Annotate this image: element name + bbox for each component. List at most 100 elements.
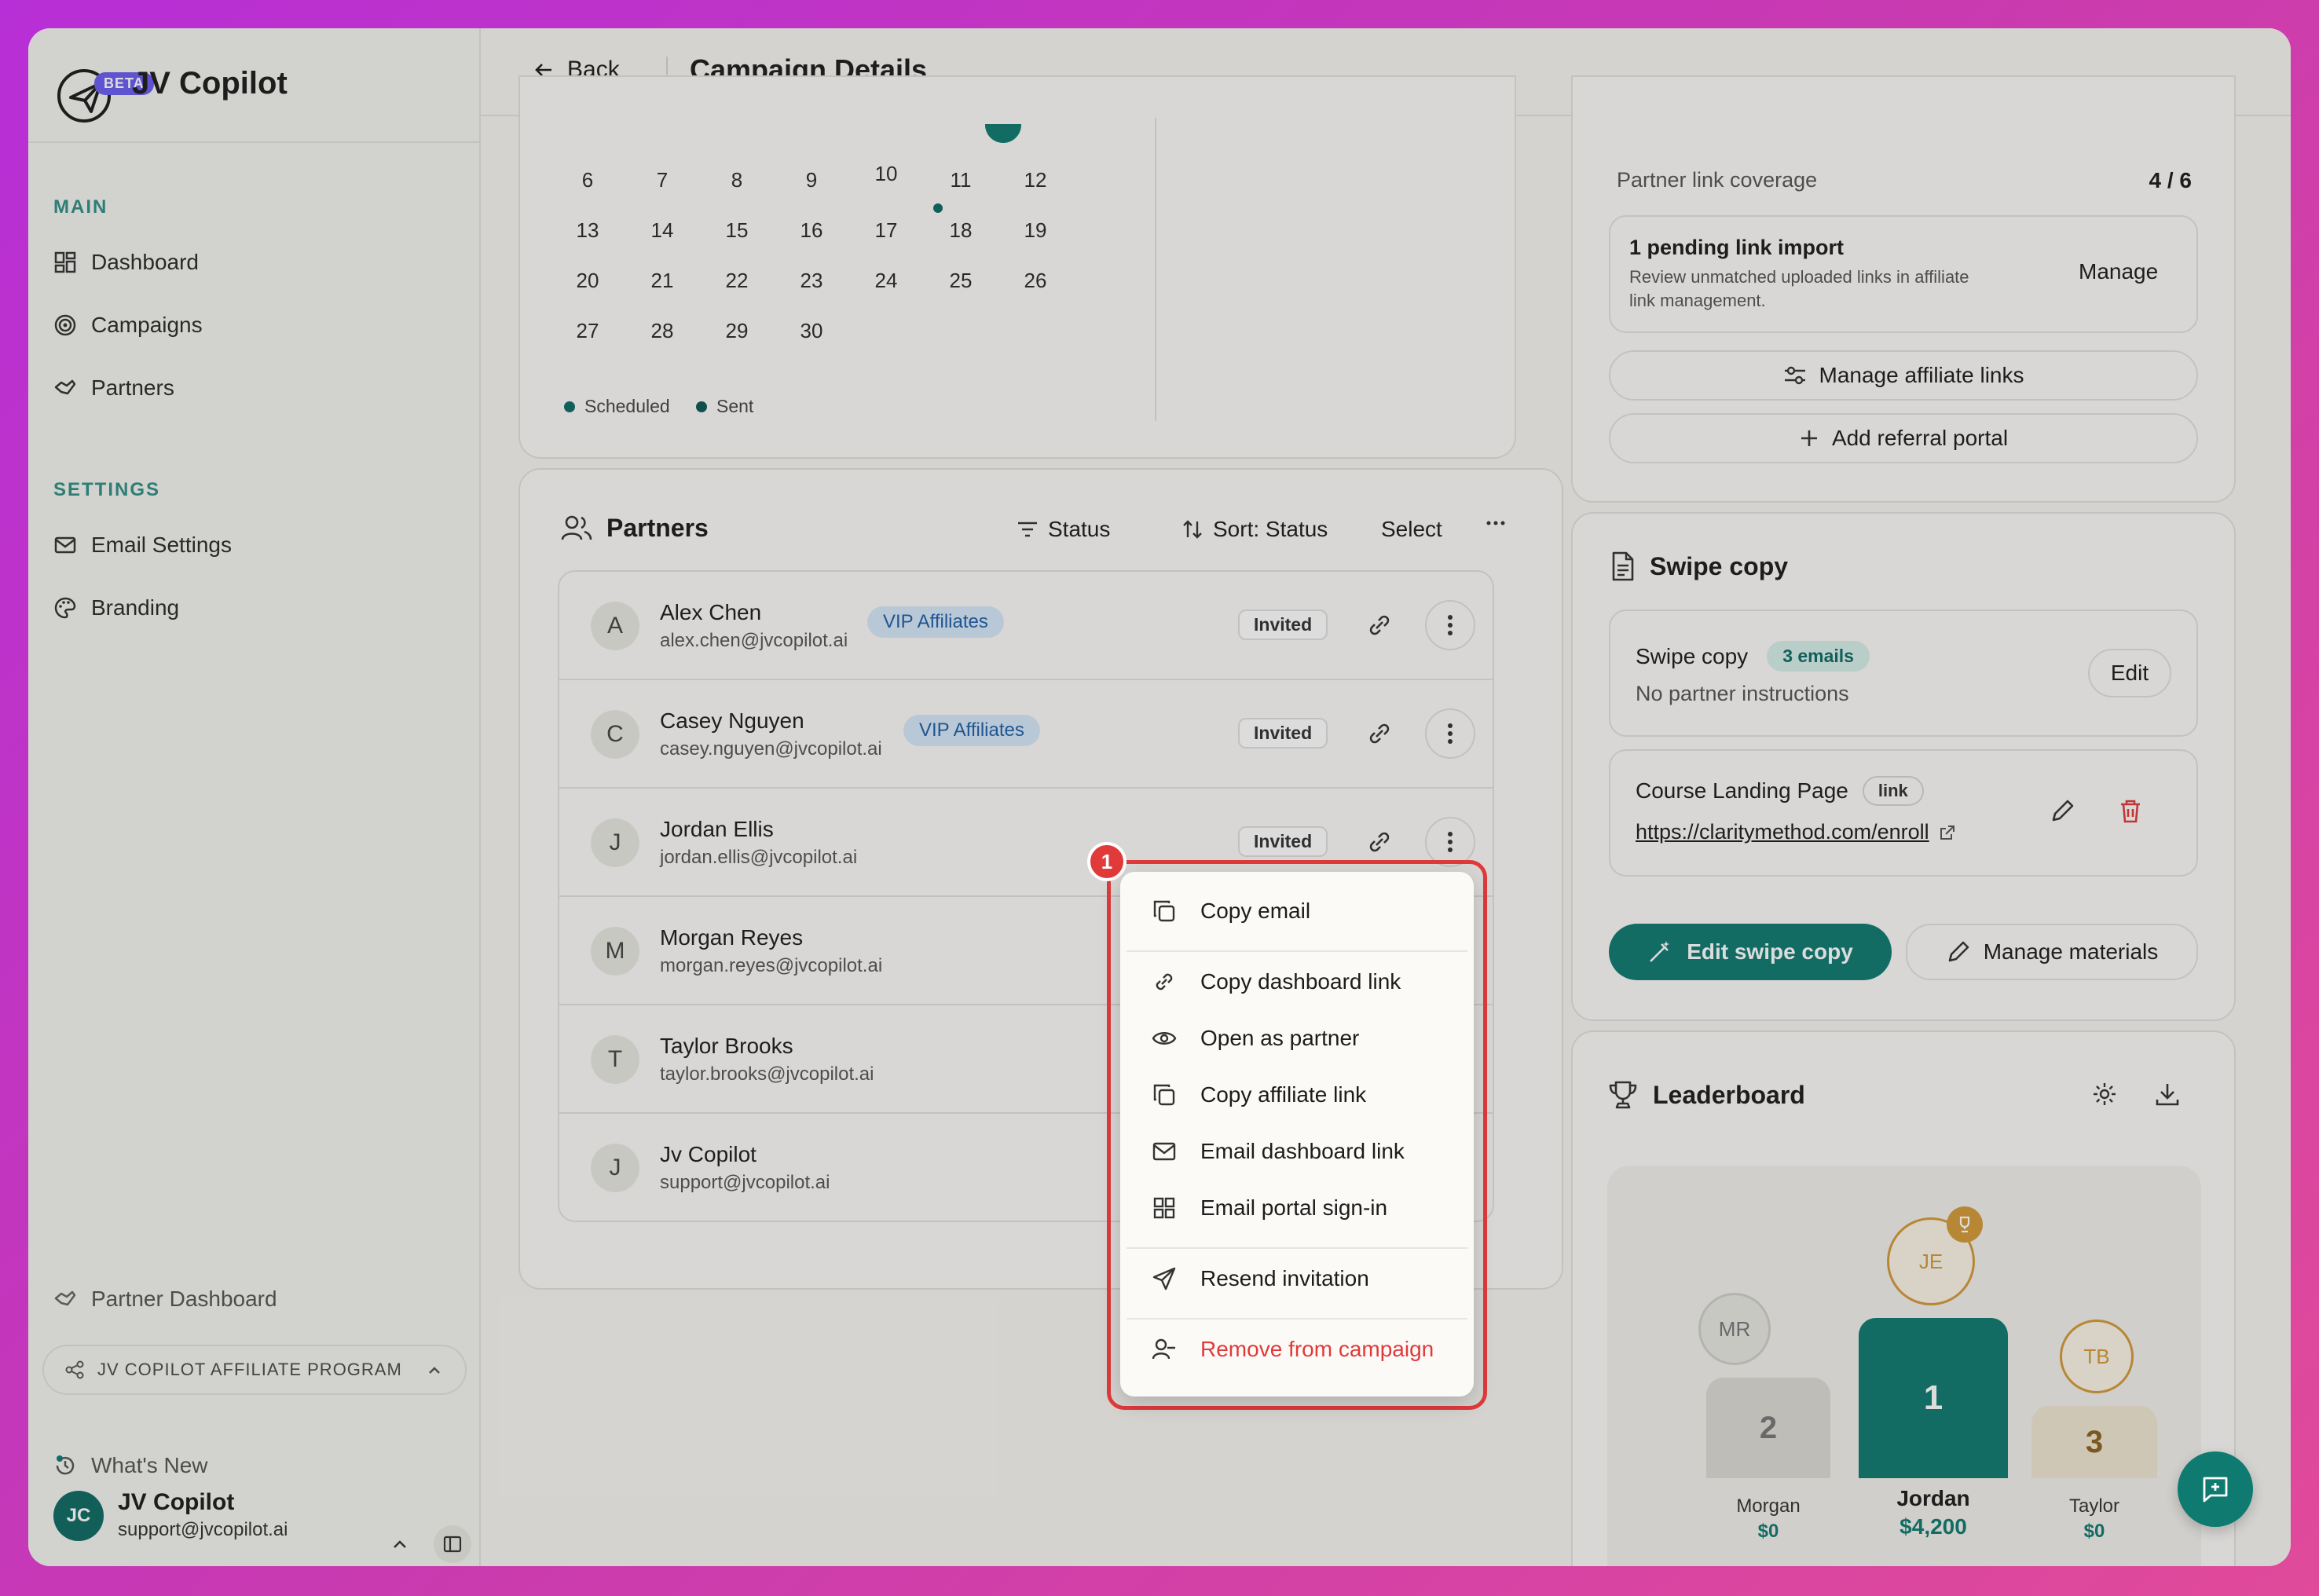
leaderboard-name: Morgan (1736, 1495, 1801, 1517)
calendar-day[interactable]: 20 (564, 269, 611, 293)
calendar-day[interactable]: 29 (713, 319, 760, 343)
landing-url-link[interactable]: https://claritymethod.com/enroll (1636, 820, 1929, 844)
copy-link-icon[interactable] (1365, 828, 1394, 856)
calendar-day[interactable]: 13 (564, 218, 611, 243)
history-icon (56, 1455, 75, 1475)
edit-swipe-copy-button[interactable]: Edit swipe copy (1609, 924, 1892, 980)
avatar: TB (2060, 1320, 2134, 1393)
external-link-icon (1940, 825, 1954, 840)
user-menu[interactable]: JC (53, 1491, 104, 1541)
swipe-copy-item: Swipe copy 3 emails No partner instructi… (1609, 609, 2198, 737)
message-plus-icon (2203, 1477, 2228, 1503)
calendar-day[interactable]: 11 (937, 168, 984, 192)
add-referral-portal-button[interactable]: Add referral portal (1609, 413, 2198, 463)
calendar-day[interactable]: 14 (639, 218, 686, 243)
calendar-day[interactable]: 30 (788, 319, 835, 343)
copy-link-icon[interactable] (1365, 611, 1394, 639)
pending-import-box: 1 pending link import Review unmatched u… (1609, 215, 2198, 333)
menu-item-remove-from-campaign[interactable]: Remove from campaign (1152, 1337, 1434, 1362)
calendar-day[interactable]: 6 (564, 168, 611, 192)
chevron-up-icon[interactable] (390, 1535, 410, 1555)
calendar-day[interactable]: 19 (1012, 218, 1059, 243)
share-icon (65, 1360, 84, 1379)
pencil-icon[interactable] (2049, 798, 2075, 825)
partner-dashboard-link[interactable]: Partner Dashboard (53, 1280, 277, 1318)
trophy-icon (1609, 1081, 1637, 1109)
sidebar: BETA JV Copilot MAIN Dashboard Campaigns… (28, 28, 481, 1566)
manage-materials-button[interactable]: Manage materials (1906, 924, 2198, 980)
menu-item-copy-email[interactable]: Copy email (1152, 899, 1310, 924)
calendar-day[interactable]: 28 (639, 319, 686, 343)
row-actions-button[interactable] (1425, 600, 1475, 650)
manage-affiliate-links-button[interactable]: Manage affiliate links (1609, 350, 2198, 401)
menu-item-email-dashboard-link[interactable]: Email dashboard link (1152, 1139, 1405, 1164)
trash-icon[interactable] (2118, 798, 2143, 825)
link-icon (1156, 973, 1173, 990)
sidebar-item-label: Campaigns (91, 313, 203, 337)
target-icon (54, 314, 76, 336)
calendar-day[interactable]: 15 (713, 218, 760, 243)
calendar-day[interactable]: 18 (937, 218, 984, 243)
calendar-day[interactable]: 9 (788, 168, 835, 192)
sidebar-item-email-settings[interactable]: Email Settings (53, 526, 232, 564)
copy-icon (1153, 900, 1175, 922)
calendar-day[interactable]: 16 (788, 218, 835, 243)
program-switcher[interactable]: JV COPILOT AFFILIATE PROGRAM (42, 1345, 467, 1395)
pending-description: Review unmatched uploaded links in affil… (1629, 267, 1969, 287)
plus-icon (1801, 430, 1817, 446)
calendar-day[interactable]: 23 (788, 269, 835, 293)
sidebar-item-partners[interactable]: Partners (53, 369, 174, 407)
manage-button[interactable]: Manage (2079, 259, 2158, 284)
landing-page-item: Course Landing Page link https://clarity… (1609, 749, 2198, 877)
whats-new-link[interactable]: What's New (53, 1447, 208, 1484)
calendar-day[interactable]: 26 (1012, 269, 1059, 293)
partner-row[interactable]: C Casey Nguyen casey.nguyen@jvcopilot.ai VI… (559, 680, 1493, 789)
select-label: Select (1381, 517, 1442, 541)
sidebar-item-dashboard[interactable]: Dashboard (53, 243, 199, 281)
collapse-sidebar-button[interactable] (434, 1525, 471, 1563)
partner-name: Jordan Ellis (660, 817, 774, 841)
brand[interactable]: BETA (53, 50, 154, 137)
leaderboard-name: Taylor (2068, 1495, 2120, 1517)
menu-item-email-portal-sign-in[interactable]: Email portal sign-in (1152, 1195, 1387, 1221)
menu-item-copy-affiliate-link[interactable]: Copy affiliate link (1152, 1082, 1366, 1107)
grid-icon (1153, 1197, 1175, 1219)
sidebar-item-label: Email Settings (91, 533, 232, 557)
sort-button[interactable]: Sort: Status (1181, 517, 1328, 542)
more-options-button[interactable] (1485, 512, 1507, 534)
copy-link-icon[interactable] (1365, 719, 1394, 748)
calendar-day[interactable]: 27 (564, 319, 611, 343)
menu-item-open-as-partner[interactable]: Open as partner (1152, 1026, 1359, 1051)
calendar-day[interactable]: 22 (713, 269, 760, 293)
sidebar-item-campaigns[interactable]: Campaigns (53, 306, 203, 344)
gear-icon[interactable] (2091, 1081, 2118, 1107)
avatar: J (591, 1144, 639, 1192)
edit-swipe-button[interactable]: Edit (2088, 649, 2171, 697)
swipe-copy-card: Swipe copy Swipe copy 3 emails No partne… (1571, 512, 2236, 1021)
calendar-day[interactable]: 8 (713, 168, 760, 192)
partner-email: casey.nguyen@jvcopilot.ai (660, 738, 882, 760)
schedule-calendar-card: 6 7 8 9 10 11 12 13 14 15 16 17 18 19 20 21 22 23 24 25 26 27… (518, 75, 1516, 459)
menu-item-copy-dashboard-link[interactable]: Copy dashboard link (1152, 969, 1401, 994)
partner-row[interactable]: A Alex Chen alex.chen@jvcopilot.ai VIP Affi… (559, 572, 1493, 680)
menu-item-resend-invitation[interactable]: Resend invitation (1152, 1266, 1369, 1291)
add-portal-label: Add referral portal (1831, 426, 2009, 450)
chat-feedback-button[interactable] (2178, 1451, 2253, 1527)
calendar-day[interactable]: 17 (863, 218, 910, 243)
partner-email: taylor.brooks@jvcopilot.ai (660, 1063, 874, 1085)
calendar-day[interactable]: 7 (639, 168, 686, 192)
menu-item-label: Copy dashboard link (1200, 969, 1401, 994)
sidebar-item-branding[interactable]: Branding (53, 589, 179, 627)
sort-label: Sort: Status (1213, 517, 1328, 541)
download-icon[interactable] (2154, 1081, 2181, 1107)
calendar-day[interactable]: 25 (937, 269, 984, 293)
row-actions-button[interactable] (1425, 708, 1475, 759)
calendar-day[interactable]: 10 (863, 162, 910, 186)
select-button[interactable]: Select (1381, 517, 1442, 542)
edit-swipe-copy-label: Edit swipe copy (1687, 939, 1853, 964)
status-filter-button[interactable]: Status (1017, 517, 1110, 542)
calendar-day[interactable]: 12 (1012, 168, 1059, 192)
calendar-day[interactable]: 21 (639, 269, 686, 293)
user-email: support@jvcopilot.ai (118, 1519, 288, 1540)
calendar-day[interactable]: 24 (863, 269, 910, 293)
